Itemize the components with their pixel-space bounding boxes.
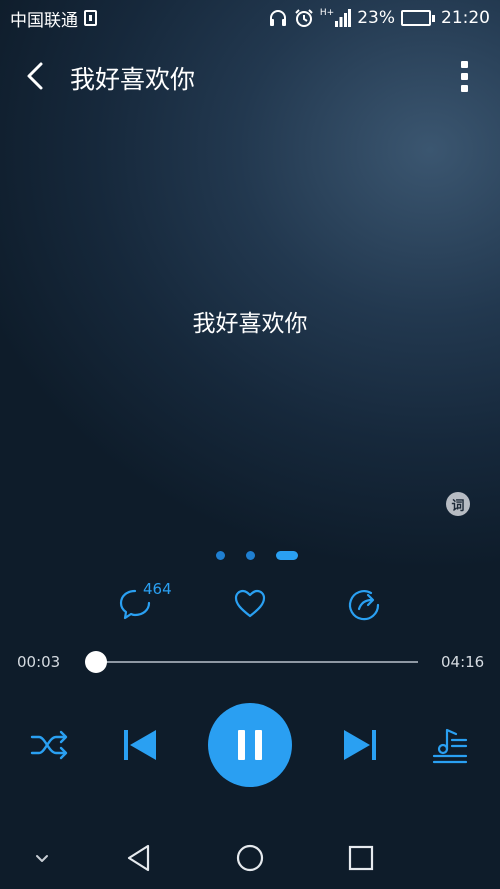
shuffle-icon [30,730,68,760]
title-bar: 我好喜欢你 [0,50,500,100]
song-title: 我好喜欢你 [70,65,196,94]
playlist-icon [432,728,468,764]
seek-bar-thumb[interactable] [84,651,107,673]
clock: 21:20 [441,8,490,28]
status-bar: 中国联通 H+ 23% 21:20 [0,0,500,36]
status-right: H+ 23% 21:20 [268,8,490,28]
share-icon [348,590,380,621]
total-duration: 04:16 [441,653,485,671]
progress-row: 00:03 04:16 [0,648,500,676]
battery-percent: 23% [357,8,395,28]
nav-back-icon [127,844,150,872]
seek-bar[interactable] [84,651,418,673]
playlist-button[interactable] [430,724,470,766]
comment-count: 464 [143,580,172,598]
headphones-icon [269,10,286,26]
action-row [0,580,500,626]
shuffle-button[interactable] [29,726,71,764]
like-button[interactable] [231,584,269,622]
carrier-name: 中国联通 [10,10,78,31]
chevron-down-icon [36,855,48,862]
skip-next-icon [344,730,376,760]
page-dot [216,550,225,560]
network-label: H+ [319,8,335,18]
playback-controls [0,700,500,790]
sim-icon [84,10,97,26]
signal-icon [335,9,352,27]
battery-icon [401,10,435,26]
nav-home-button[interactable] [232,840,268,876]
collapse-button[interactable] [24,840,60,876]
back-button[interactable] [18,58,54,94]
nav-home-icon [236,844,264,872]
status-left: 中国联通 [10,6,97,31]
alarm-icon [295,9,313,27]
nav-recents-button[interactable] [343,840,379,876]
lyrics-toggle-button[interactable]: 词 [446,492,470,516]
pause-button[interactable] [208,703,292,787]
system-nav-bar [0,830,500,889]
page-dot [276,550,298,560]
page-dot [246,550,255,560]
nav-recents-icon [348,845,374,871]
elapsed-time: 00:03 [17,653,61,671]
skip-previous-icon [124,730,156,760]
pause-icon [238,730,245,760]
network-type: H+ [319,8,352,27]
heart-icon [234,589,266,618]
page-indicator [0,549,500,561]
more-button[interactable] [452,58,476,94]
next-button[interactable] [341,726,379,764]
nav-back-button[interactable] [121,840,157,876]
share-button[interactable] [345,584,383,622]
previous-button[interactable] [121,726,159,764]
chevron-left-icon [27,62,43,90]
current-lyric-line: 我好喜欢你 [192,311,308,337]
more-vertical-icon [460,60,468,68]
